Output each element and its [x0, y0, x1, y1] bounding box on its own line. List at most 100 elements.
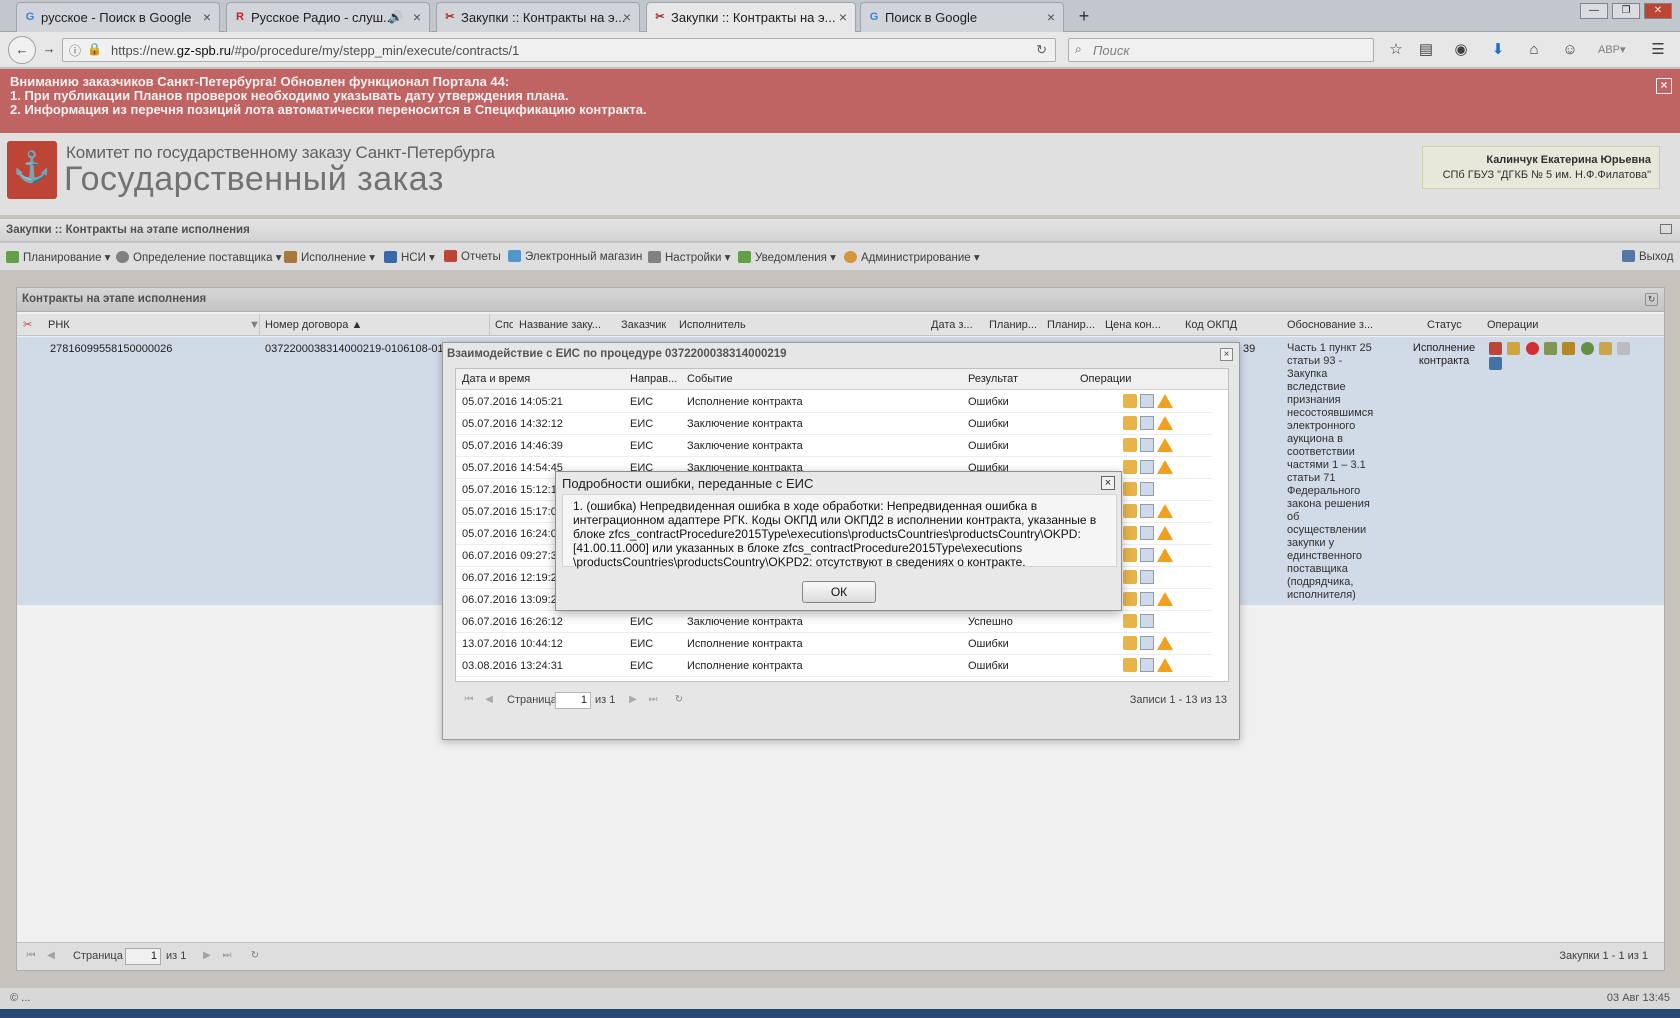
edit-icon[interactable]	[1507, 342, 1521, 355]
document-icon[interactable]	[1140, 504, 1154, 518]
eagle-icon[interactable]	[1562, 342, 1576, 355]
close-icon[interactable]: ×	[1220, 348, 1233, 361]
col-result[interactable]: Результат	[968, 373, 1018, 385]
menu-execution[interactable]: Исполнение ▾	[284, 250, 375, 264]
refresh-icon[interactable]: ↻	[249, 950, 261, 962]
document-icon[interactable]	[1140, 460, 1154, 474]
document-icon[interactable]	[1140, 658, 1154, 672]
package-icon[interactable]	[1123, 504, 1137, 518]
back-icon[interactable]: ←	[8, 36, 36, 64]
last-page-icon[interactable]: ⏭	[221, 950, 233, 962]
menu-eshop[interactable]: Электронный магазин	[508, 250, 642, 263]
col-datetime[interactable]: Дата и время	[462, 373, 530, 385]
package-icon[interactable]	[1123, 460, 1137, 474]
document-icon[interactable]	[1140, 636, 1154, 650]
stop-icon[interactable]	[1525, 342, 1539, 355]
document-icon[interactable]	[1140, 570, 1154, 584]
home-icon[interactable]: ⌂	[1524, 40, 1544, 60]
col-planned-1[interactable]: Планир...	[989, 319, 1037, 331]
info-icon[interactable]: ⓘ	[69, 42, 81, 59]
document-icon[interactable]	[1140, 394, 1154, 408]
package-icon[interactable]	[1123, 438, 1137, 452]
warning-icon[interactable]	[1157, 438, 1173, 452]
col-status[interactable]: Статус	[1427, 319, 1462, 331]
warning-icon[interactable]	[1157, 592, 1173, 606]
page-input[interactable]: 1	[125, 948, 161, 965]
package-icon[interactable]	[1123, 614, 1137, 628]
filter-clear-icon[interactable]: ✂	[23, 318, 32, 331]
col-basis[interactable]: Обоснование з...	[1287, 319, 1373, 331]
restore-button[interactable]: ❐	[1612, 3, 1640, 19]
download-icon[interactable]: ⬇	[1488, 40, 1508, 60]
warning-icon[interactable]	[1157, 504, 1173, 518]
col-planned-2[interactable]: Планир...	[1047, 319, 1095, 331]
close-tab-icon[interactable]: ×	[623, 3, 631, 32]
package-icon[interactable]	[1123, 482, 1137, 496]
search-input[interactable]: ⌕ Поиск	[1068, 38, 1374, 62]
menu-notifications[interactable]: Уведомления ▾	[738, 250, 836, 264]
table-row[interactable]: 03.08.2016 13:24:31 ЕИС Исполнение контрак…	[456, 655, 1212, 677]
document-icon[interactable]	[1140, 438, 1154, 452]
document-icon[interactable]	[1617, 342, 1631, 355]
next-page-icon[interactable]: ▶	[201, 950, 213, 962]
table-row[interactable]: 05.07.2016 14:05:21 ЕИС Исполнение контрак…	[456, 391, 1212, 413]
pocket-icon[interactable]: ◉	[1451, 40, 1471, 60]
table-row[interactable]: 05.07.2016 14:46:39 ЕИС Заключение контрак…	[456, 435, 1212, 457]
menu-icon[interactable]: ☰	[1648, 40, 1668, 60]
adblock-icon[interactable]: ABP▾	[1598, 40, 1626, 60]
window-close-button[interactable]: ✕	[1644, 3, 1672, 19]
table-row[interactable]: 06.07.2016 16:26:12 ЕИС Заключение контрак…	[456, 611, 1212, 633]
package-icon[interactable]	[1123, 636, 1137, 650]
menu-exit[interactable]: Выход	[1622, 250, 1673, 263]
browser-tab-3[interactable]: ✂ Закупки :: Контракты на э... ×	[436, 2, 640, 32]
warning-icon[interactable]	[1157, 460, 1173, 474]
reload-icon[interactable]: ↻	[1036, 42, 1047, 58]
refresh-icon[interactable]: ↻	[673, 694, 685, 706]
first-page-icon[interactable]: ⏮	[463, 694, 475, 706]
close-tab-icon[interactable]: ×	[1047, 3, 1055, 32]
pdf-icon[interactable]	[1489, 342, 1502, 355]
warning-icon[interactable]	[1157, 636, 1173, 650]
table-row[interactable]: 05.07.2016 14:32:12 ЕИС Заключение контрак…	[456, 413, 1212, 435]
browser-tab-1[interactable]: G русское - Поиск в Google ×	[16, 2, 220, 32]
bookmarks-list-icon[interactable]: ▤	[1416, 40, 1436, 60]
speaker-icon[interactable]: 🔊	[388, 3, 403, 32]
warning-icon[interactable]	[1157, 394, 1173, 408]
bookmark-star-icon[interactable]: ☆	[1386, 40, 1406, 60]
package-icon[interactable]	[1123, 526, 1137, 540]
close-tab-icon[interactable]: ×	[413, 3, 421, 32]
package-icon[interactable]	[1123, 416, 1137, 430]
menu-settings[interactable]: Настройки ▾	[648, 250, 730, 264]
document-icon[interactable]	[1140, 614, 1154, 628]
close-tab-icon[interactable]: ×	[203, 3, 211, 32]
col-method[interactable]: Спо	[495, 319, 513, 331]
user-info[interactable]: Калинчук Екатерина Юрьевна СПб ГБУЗ "ДГК…	[1422, 146, 1660, 189]
document-icon[interactable]	[1140, 416, 1154, 430]
ok-button[interactable]: ОК	[802, 581, 876, 603]
sync-icon[interactable]	[1580, 342, 1594, 355]
minimize-button[interactable]: —	[1580, 3, 1608, 19]
package-icon[interactable]	[1123, 548, 1137, 562]
first-page-icon[interactable]: ⏮	[25, 950, 37, 962]
collapse-icon[interactable]	[1660, 224, 1672, 234]
warning-icon[interactable]	[1157, 548, 1173, 562]
warning-icon[interactable]	[1157, 416, 1173, 430]
next-page-icon[interactable]: ▶	[627, 694, 639, 706]
document-icon[interactable]	[1140, 526, 1154, 540]
sign-icon[interactable]	[1544, 342, 1558, 355]
close-icon[interactable]: ×	[1101, 476, 1115, 490]
browser-tab-2[interactable]: R Русское Радио - слуш... 🔊 ×	[226, 2, 430, 32]
col-okpd[interactable]: Код ОКПД	[1185, 319, 1237, 331]
menu-reports[interactable]: Отчеты	[444, 250, 501, 263]
col-purchase-name[interactable]: Название заку...	[519, 319, 601, 331]
page-input[interactable]: 1	[555, 692, 591, 709]
browser-tab-4-active[interactable]: ✂ Закупки :: Контракты на э... ×	[646, 2, 856, 33]
chat-icon[interactable]: ☺	[1560, 40, 1580, 60]
menu-admin[interactable]: Администрирование ▾	[844, 250, 980, 264]
document-icon[interactable]	[1140, 592, 1154, 606]
col-number[interactable]: Номер договора ▲	[265, 319, 362, 331]
menu-supplier[interactable]: Определение поставщика ▾	[116, 250, 281, 264]
notice-close-icon[interactable]: ×	[1656, 78, 1672, 94]
last-page-icon[interactable]: ⏭	[647, 694, 659, 706]
close-tab-icon[interactable]: ×	[839, 3, 847, 32]
